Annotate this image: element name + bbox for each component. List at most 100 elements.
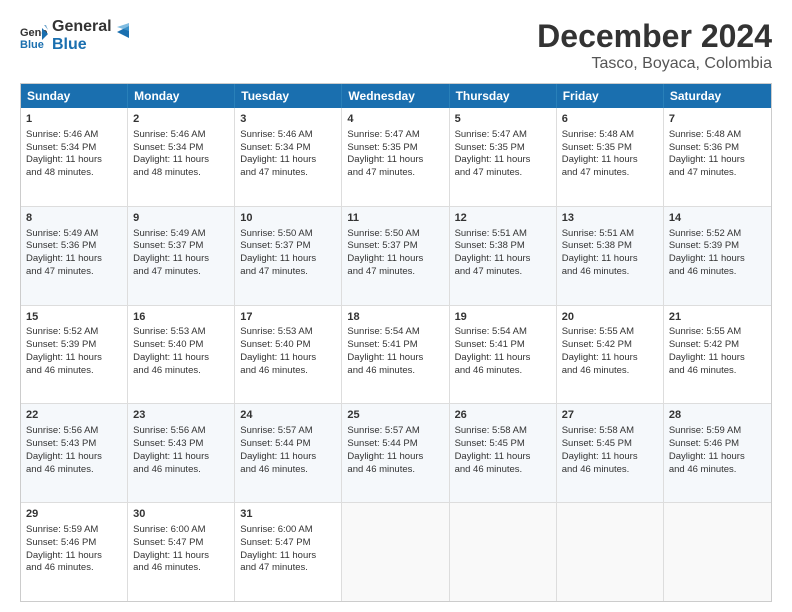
day-info-line: Sunset: 5:40 PM — [133, 339, 229, 352]
cal-day-24: 24 Sunrise: 5:57 AMSunset: 5:44 PMDayligh… — [235, 404, 342, 502]
day-info-line: and 47 minutes. — [240, 266, 336, 279]
cal-week-1: 1Sunrise: 5:46 AMSunset: 5:34 PMDaylight… — [21, 108, 771, 206]
day-info-line: and 47 minutes. — [240, 562, 336, 575]
day-info-line: and 48 minutes. — [26, 167, 122, 180]
day-info-line: Sunset: 5:44 PM — [347, 438, 443, 451]
cal-week-2: 8Sunrise: 5:49 AMSunset: 5:36 PMDaylight… — [21, 206, 771, 305]
header-day-friday: Friday — [557, 84, 664, 108]
day-number: 24 — [240, 408, 336, 423]
day-info-line: Daylight: 11 hours — [455, 352, 551, 365]
day-info-line: Sunset: 5:35 PM — [562, 142, 658, 155]
cal-day-29: 29Sunrise: 5:59 AMSunset: 5:46 PMDayligh… — [21, 503, 128, 601]
page: General Blue General Blue December 2024 … — [0, 0, 792, 612]
day-info-line: and 46 minutes. — [347, 464, 443, 477]
day-info-line: Sunset: 5:40 PM — [240, 339, 336, 352]
day-number: 10 — [240, 211, 336, 226]
day-info-line: Sunrise: 5:56 AM — [26, 425, 122, 438]
day-info-line: Sunrise: 5:54 AM — [455, 326, 551, 339]
day-info-line: Sunset: 5:39 PM — [669, 240, 766, 253]
cal-day-10: 10Sunrise: 5:50 AMSunset: 5:37 PMDayligh… — [235, 207, 342, 305]
cal-day-14: 14Sunrise: 5:52 AMSunset: 5:39 PMDayligh… — [664, 207, 771, 305]
day-number: 13 — [562, 211, 658, 226]
day-info-line: and 47 minutes. — [455, 266, 551, 279]
cal-day-5: 5Sunrise: 5:47 AMSunset: 5:35 PMDaylight… — [450, 108, 557, 206]
day-number: 14 — [669, 211, 766, 226]
day-number: 8 — [26, 211, 122, 226]
day-info-line: Daylight: 11 hours — [240, 451, 336, 464]
day-number: 2 — [133, 112, 229, 127]
cal-week-5: 29 Sunrise: 5:59 AMSunset: 5:46 PM Dayligh… — [21, 502, 771, 601]
day-info-line: and 47 minutes. — [26, 266, 122, 279]
cal-day-18: 18Sunrise: 5:54 AMSunset: 5:41 PMDayligh… — [342, 306, 449, 404]
day-number: 7 — [669, 112, 766, 127]
day-info-line: Sunset: 5:43 PM — [133, 438, 229, 451]
day-info-line: Sunset: 5:37 PM — [133, 240, 229, 253]
day-info-line: Daylight: 11 hours — [133, 253, 229, 266]
day-info-line: Sunset: 5:46 PM — [26, 537, 122, 550]
day-info-line: Sunrise: 5:58 AM — [562, 425, 658, 438]
day-info-line: Daylight: 11 hours — [669, 352, 766, 365]
day-info-line: and 46 minutes. — [347, 365, 443, 378]
cal-day-13: 13Sunrise: 5:51 AMSunset: 5:38 PMDayligh… — [557, 207, 664, 305]
day-number: 3 — [240, 112, 336, 127]
cal-day-20: 20Sunrise: 5:55 AMSunset: 5:42 PMDayligh… — [557, 306, 664, 404]
day-number: 1 — [26, 112, 122, 127]
cal-day-26: 26Sunrise: 5:58 AMSunset: 5:45 PMDayligh… — [450, 404, 557, 502]
logo-blue: Blue — [52, 36, 112, 54]
day-info-line: Sunset: 5:41 PM — [455, 339, 551, 352]
day-info-line: Sunrise: 6:00 AM — [133, 524, 229, 537]
day-info-line: Daylight: 11 hours — [26, 451, 122, 464]
logo-general: General — [52, 18, 112, 36]
day-info-line: Sunrise: 5:54 AM — [347, 326, 443, 339]
day-number: 17 — [240, 310, 336, 325]
cal-day-30: 30Sunrise: 6:00 AMSunset: 5:47 PMDayligh… — [128, 503, 235, 601]
day-info-line: Sunrise: 5:46 AM — [240, 129, 336, 142]
day-number: 29 — [26, 507, 122, 522]
cal-day-7: 7Sunrise: 5:48 AMSunset: 5:36 PMDaylight… — [664, 108, 771, 206]
day-info-line: Sunrise: 5:57 AM — [240, 425, 336, 438]
day-info-line: Sunset: 5:44 PM — [240, 438, 336, 451]
day-info-line: and 46 minutes. — [133, 464, 229, 477]
day-number: 5 — [455, 112, 551, 127]
day-info-line: Sunrise: 5:55 AM — [562, 326, 658, 339]
day-info-line: Daylight: 11 hours — [455, 154, 551, 167]
day-info-line: Sunrise: 5:59 AM — [669, 425, 766, 438]
day-number: 9 — [133, 211, 229, 226]
cal-day-8: 8Sunrise: 5:49 AMSunset: 5:36 PMDaylight… — [21, 207, 128, 305]
cal-day-4: 4Sunrise: 5:47 AMSunset: 5:35 PMDaylight… — [342, 108, 449, 206]
day-info-line: Sunrise: 5:51 AM — [562, 228, 658, 241]
day-info-line: Sunrise: 5:55 AM — [669, 326, 766, 339]
day-info-line: Daylight: 11 hours — [669, 154, 766, 167]
day-info-line: Daylight: 11 hours — [455, 451, 551, 464]
svg-text:Blue: Blue — [20, 39, 44, 50]
day-info-line: Sunrise: 5:49 AM — [26, 228, 122, 241]
calendar-body: 1Sunrise: 5:46 AMSunset: 5:34 PMDaylight… — [21, 108, 771, 601]
day-info-line: and 46 minutes. — [240, 365, 336, 378]
day-info-line: Daylight: 11 hours — [133, 451, 229, 464]
day-info-line: Daylight: 11 hours — [347, 154, 443, 167]
empty-cell — [664, 503, 771, 601]
day-info-line: and 46 minutes. — [669, 266, 766, 279]
day-number: 28 — [669, 408, 766, 423]
cal-day-28: 28Sunrise: 5:59 AMSunset: 5:46 PMDayligh… — [664, 404, 771, 502]
day-info-line: Daylight: 11 hours — [240, 550, 336, 563]
day-info-line: Daylight: 11 hours — [669, 451, 766, 464]
day-info-line: Sunrise: 5:52 AM — [669, 228, 766, 241]
cal-day-1: 1Sunrise: 5:46 AMSunset: 5:34 PMDaylight… — [21, 108, 128, 206]
day-info-line: Sunrise: 5:48 AM — [669, 129, 766, 142]
day-info-line: Sunset: 5:47 PM — [240, 537, 336, 550]
day-info-line: and 46 minutes. — [562, 365, 658, 378]
logo-arrow-icon — [113, 22, 133, 42]
cal-day-16: 16Sunrise: 5:53 AMSunset: 5:40 PMDayligh… — [128, 306, 235, 404]
day-info-line: Daylight: 11 hours — [240, 352, 336, 365]
day-info-line: Daylight: 11 hours — [455, 253, 551, 266]
day-info-line: Sunrise: 5:59 AM — [26, 524, 122, 537]
cal-day-23: 23Sunrise: 5:56 AMSunset: 5:43 PMDayligh… — [128, 404, 235, 502]
day-info-line: Sunrise: 5:47 AM — [347, 129, 443, 142]
day-info-line: and 46 minutes. — [240, 464, 336, 477]
day-info-line: Sunrise: 5:52 AM — [26, 326, 122, 339]
day-number: 22 — [26, 408, 122, 423]
day-info-line: Sunrise: 5:49 AM — [133, 228, 229, 241]
day-info-line: Sunrise: 5:48 AM — [562, 129, 658, 142]
empty-cell — [342, 503, 449, 601]
